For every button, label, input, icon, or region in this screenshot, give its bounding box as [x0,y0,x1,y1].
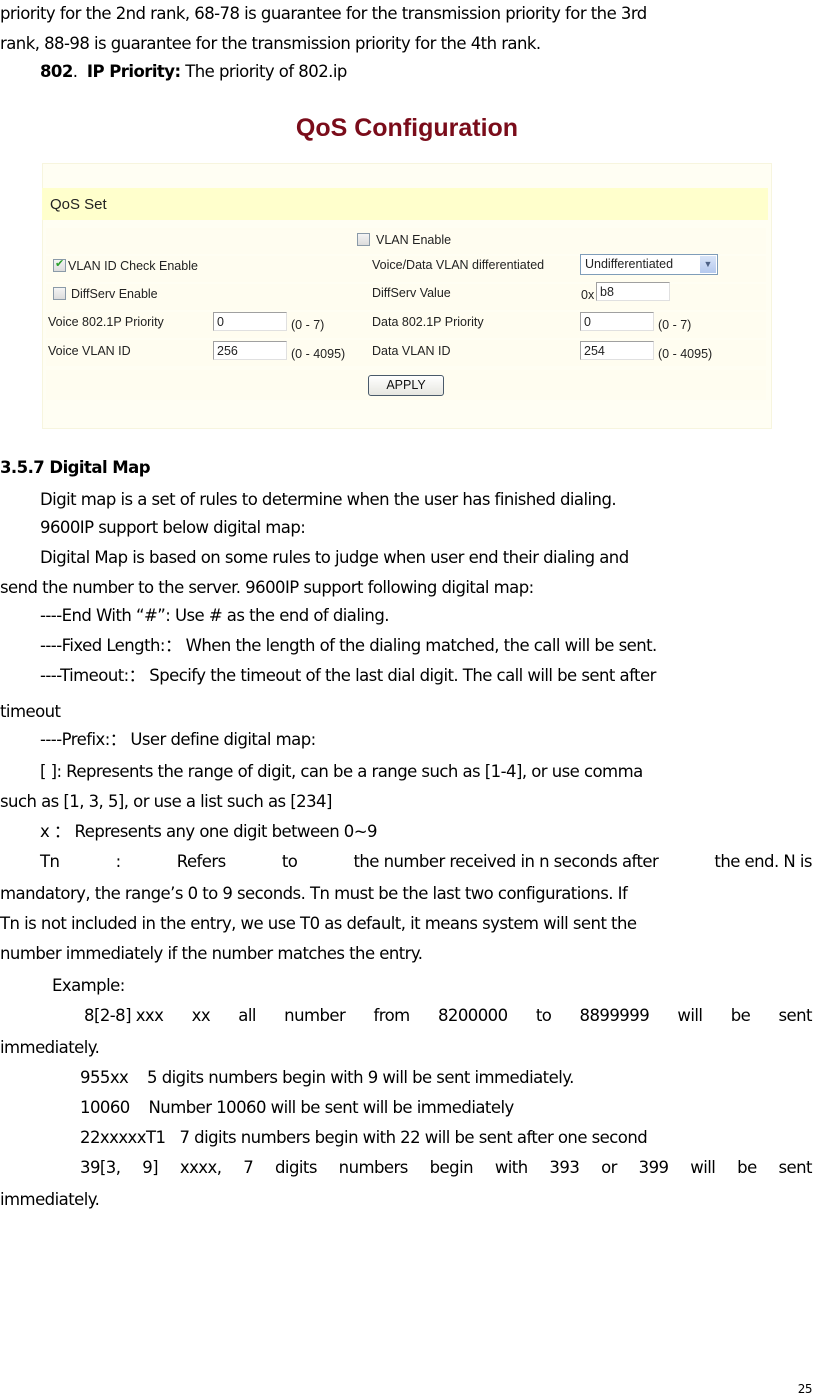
data-vlan-label: Data VLAN ID [372,344,451,358]
word: sent [778,1006,812,1025]
diffserv-enable-checkbox[interactable] [53,287,66,300]
data-priority-input[interactable] [580,312,654,331]
rule-tn: Tn : Refers to the number received in n … [0,852,814,872]
section-heading: 3.5.7 Digital Map [0,458,151,477]
data-vlan-input[interactable] [580,341,654,360]
data-vlan-range: (0 - 4095) [658,347,713,361]
rule-fixed-length: ----Fixed Length:： When the length of th… [40,636,657,655]
word: xxxx, [179,1158,222,1177]
word: 393 [549,1158,580,1177]
word: digits [274,1158,317,1177]
paragraph: number immediately if the number matches… [0,944,423,963]
select-value: Undifferentiated [585,257,674,271]
paragraph: 9600IP support below digital map: [40,518,306,537]
word: all [238,1006,256,1025]
paragraph: send the number to the server. 9600IP su… [0,578,534,597]
word: sent [778,1158,812,1177]
word: will [677,1006,703,1025]
diffserv-prefix: 0x [581,288,595,302]
vlan-id-check-label: VLAN ID Check Enable [68,259,198,273]
rule-prefix: ----Prefix:： User define digital map: [40,730,316,749]
chevron-down-icon[interactable]: ▼ [700,256,716,273]
word: or [601,1158,617,1177]
rule-timeout: ----Timeout:： Specify the timeout of the… [40,666,656,685]
word: with [494,1158,528,1177]
qos-set-label: QoS Set [50,196,107,213]
voice-priority-label: Voice 802.1P Priority [48,315,164,329]
example-2: 955xx 5 digits numbers begin with 9 will… [80,1068,574,1087]
example-label: Example: [52,976,125,995]
word: 9] [142,1158,159,1177]
word: be [730,1006,751,1025]
word: to [535,1006,552,1025]
diffserv-enable-label: DiffServ Enable [71,287,158,301]
item-number: 802 [40,62,73,81]
example-3: 10060 Number 10060 will be sent will be … [80,1098,514,1117]
page-number: 25 [797,1382,813,1396]
rule-brackets: [ ]: Represents the range of digit, can … [40,762,643,781]
word: 8200000 [437,1006,508,1025]
diffserv-value-label: DiffServ Value [372,286,451,300]
word: 7 [243,1158,254,1177]
word: the number received in n seconds after [353,852,659,871]
voice-data-diff-select[interactable]: Undifferentiated ▼ [580,254,718,275]
vlan-id-check-checkbox[interactable] [53,257,66,272]
word: to [281,852,298,871]
word: Tn [40,852,60,871]
word: 39[3, [80,1158,121,1177]
vlan-enable-checkbox[interactable] [357,233,370,246]
apply-button[interactable]: APPLY [368,375,444,396]
rule-end-with: ----End With “#”: Use # as the end of di… [40,606,390,625]
voice-vlan-input[interactable] [213,341,287,360]
example-1: 8[2-8] xxx xx all number from 8200000 to… [0,1006,814,1026]
voice-data-diff-label: Voice/Data VLAN differentiated [372,258,545,272]
voice-priority-input[interactable] [213,312,287,331]
word: Refers [176,852,226,871]
word: : [115,852,122,871]
word: 8899999 [579,1006,650,1025]
paragraph: Tn is not included in the entry, we use … [0,914,637,933]
word: begin [429,1158,474,1177]
example-1-cont: immediately. [0,1038,100,1057]
body-text: rank, 88-98 is guarantee for the transmi… [0,34,541,53]
item-text: The priority of 802.ip [185,62,347,81]
example-4: 22xxxxxT1 7 digits numbers begin with 22… [80,1128,648,1147]
ip-priority-item: 802. IP Priority: The priority of 802.ip [40,62,347,81]
rule-brackets-cont: such as [1, 3, 5], or use a list such as… [0,792,332,811]
data-priority-range: (0 - 7) [658,318,692,332]
word: numbers [338,1158,409,1177]
word: number [284,1006,346,1025]
rule-x: x ： Represents any one digit between 0~9 [40,822,378,841]
word: from [373,1006,411,1025]
qos-title: QoS Configuration [295,114,519,142]
paragraph: Digital Map is based on some rules to ju… [40,548,629,567]
diffserv-value-input[interactable] [596,282,670,301]
word: will [690,1158,716,1177]
word: xx [191,1006,211,1025]
paragraph: Digit map is a set of rules to determine… [40,490,617,509]
example-5: 39[3, 9] xxxx, 7 digits numbers begin wi… [0,1158,814,1178]
voice-vlan-label: Voice VLAN ID [48,344,131,358]
example-5-cont: immediately. [0,1190,100,1209]
word: 399 [638,1158,669,1177]
paragraph: mandatory, the range’s 0 to 9 seconds. T… [0,884,628,903]
voice-vlan-range: (0 - 4095) [291,347,346,361]
word: be [737,1158,757,1177]
qos-set-header [42,188,768,220]
voice-priority-range: (0 - 7) [291,318,325,332]
item-label: IP Priority: [86,62,181,81]
vlan-enable-label: VLAN Enable [376,233,452,247]
rule-timeout-cont: timeout [0,702,61,721]
body-text: priority for the 2nd rank, 68-78 is guar… [0,4,647,23]
data-priority-label: Data 802.1P Priority [372,315,484,329]
word: 8[2-8] xxx [84,1006,164,1025]
word: the end. N is [714,852,812,871]
